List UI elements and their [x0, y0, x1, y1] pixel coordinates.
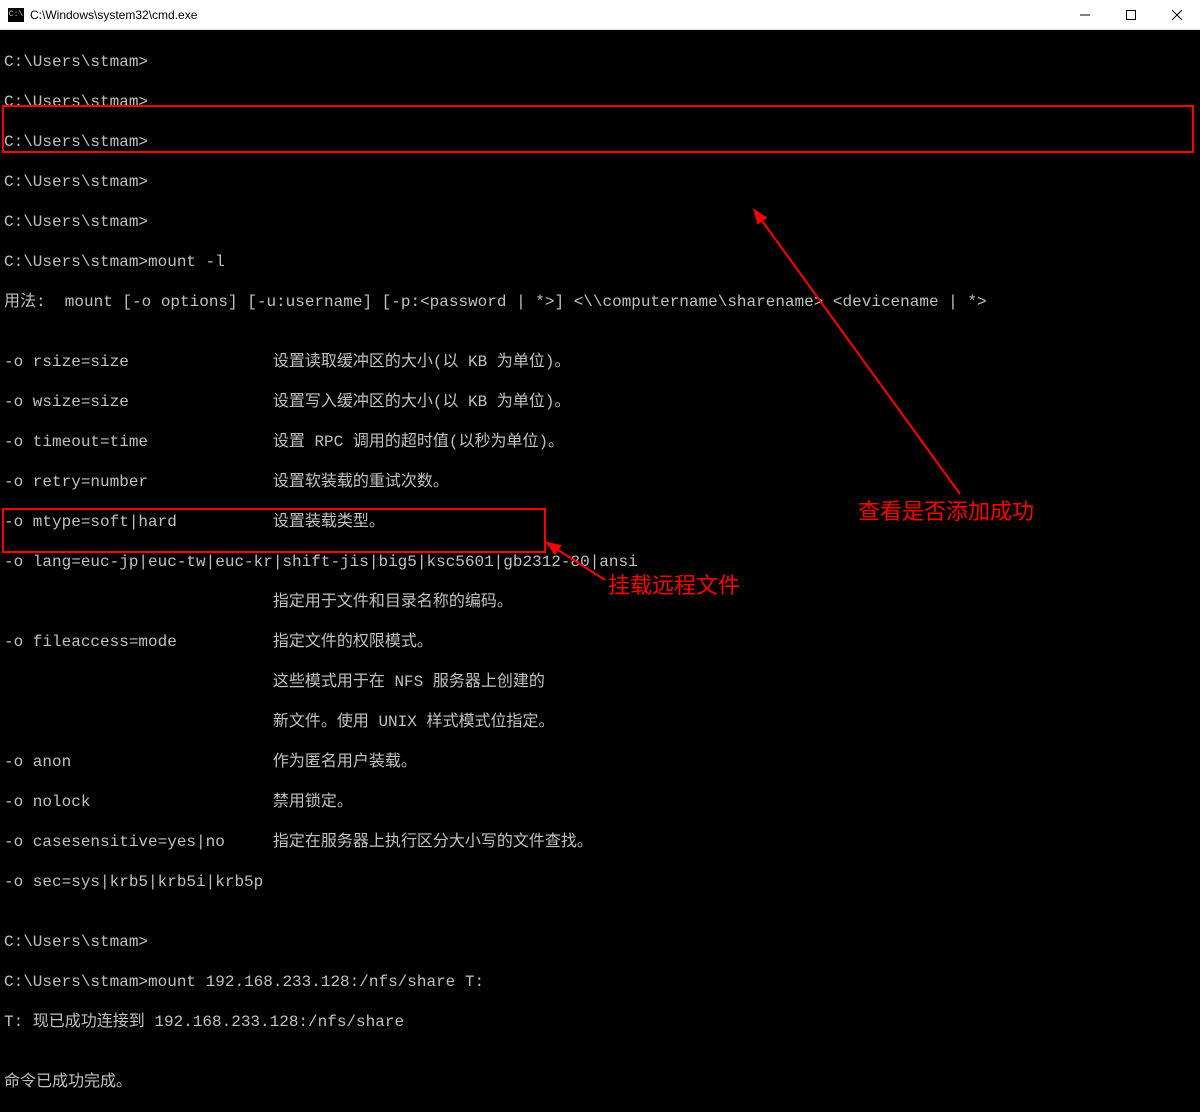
- usage-line: 用法: mount [-o options] [-u:username] [-p…: [4, 292, 1196, 312]
- window-titlebar: C:\ C:\Windows\system32\cmd.exe: [0, 0, 1200, 30]
- option-line: -o rsize=size 设置读取缓冲区的大小(以 KB 为单位)。: [4, 352, 1196, 372]
- option-line: -o retry=number 设置软装载的重试次数。: [4, 472, 1196, 492]
- annotation-mount-remote: 挂载远程文件: [608, 568, 740, 600]
- option-line: -o nolock 禁用锁定。: [4, 792, 1196, 812]
- prompt-line: C:\Users\stmam>: [4, 212, 1196, 232]
- annotation-check-success: 查看是否添加成功: [858, 494, 1034, 526]
- option-line: 这些模式用于在 NFS 服务器上创建的: [4, 672, 1196, 692]
- window-title: C:\Windows\system32\cmd.exe: [30, 8, 1062, 22]
- done-line: 命令已成功完成。: [4, 1072, 1196, 1092]
- command-line: C:\Users\stmam>mount 192.168.233.128:/nf…: [4, 972, 1196, 992]
- option-line: -o fileaccess=mode 指定文件的权限模式。: [4, 632, 1196, 652]
- prompt-line: C:\Users\stmam>: [4, 172, 1196, 192]
- minimize-button[interactable]: [1062, 0, 1108, 29]
- maximize-button[interactable]: [1108, 0, 1154, 29]
- option-line: -o wsize=size 设置写入缓冲区的大小(以 KB 为单位)。: [4, 392, 1196, 412]
- option-line: -o lang=euc-jp|euc-tw|euc-kr|shift-jis|b…: [4, 552, 1196, 572]
- command-line: C:\Users\stmam>mount -l: [4, 252, 1196, 272]
- prompt-line: C:\Users\stmam>: [4, 132, 1196, 152]
- option-line: -o casesensitive=yes|no 指定在服务器上执行区分大小写的文…: [4, 832, 1196, 852]
- prompt-line: C:\Users\stmam>: [4, 92, 1196, 112]
- close-button[interactable]: [1154, 0, 1200, 29]
- prompt-line: C:\Users\stmam>: [4, 932, 1196, 952]
- option-line: -o sec=sys|krb5|krb5i|krb5p: [4, 872, 1196, 892]
- window-controls: [1062, 0, 1200, 29]
- option-line: -o timeout=time 设置 RPC 调用的超时值(以秒为单位)。: [4, 432, 1196, 452]
- option-line: 指定用于文件和目录名称的编码。: [4, 592, 1196, 612]
- result-line: T: 现已成功连接到 192.168.233.128:/nfs/share: [4, 1012, 1196, 1032]
- prompt-line: C:\Users\stmam>: [4, 52, 1196, 72]
- option-line: -o anon 作为匿名用户装载。: [4, 752, 1196, 772]
- cmd-icon: C:\: [8, 8, 24, 22]
- option-line: 新文件。使用 UNIX 样式模式位指定。: [4, 712, 1196, 732]
